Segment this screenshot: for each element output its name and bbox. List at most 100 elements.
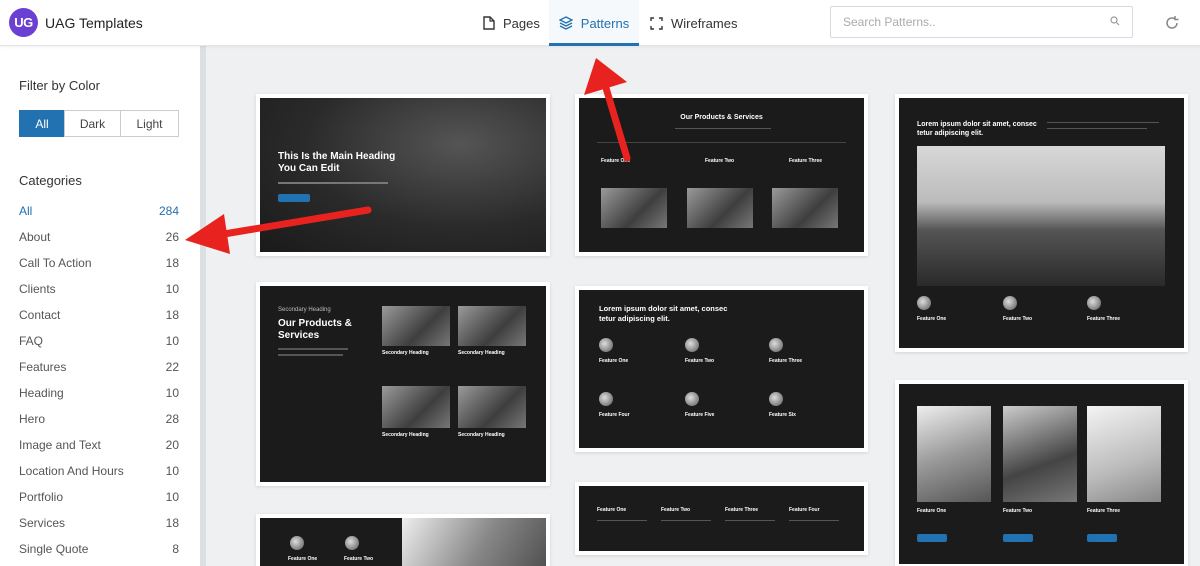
category-item[interactable]: Single Quote 8	[19, 542, 179, 566]
category-item[interactable]: Location And Hours 10	[19, 464, 179, 490]
thumbnail-image	[458, 306, 526, 346]
pattern-card-four-features[interactable]: Feature One Feature Two Feature Three Fe…	[575, 482, 868, 555]
thumbnail-button	[917, 534, 947, 542]
search-input[interactable]	[843, 15, 1083, 29]
category-item[interactable]: Contact 18	[19, 308, 179, 334]
category-item[interactable]: Image and Text 20	[19, 438, 179, 464]
layers-icon	[558, 16, 573, 30]
pattern-heading: Lorem ipsum dolor sit amet, consec tetur…	[599, 304, 728, 323]
text-line	[278, 348, 348, 350]
feature-icon	[1003, 296, 1017, 310]
feature-icon	[1087, 296, 1101, 310]
pattern-heading: Our Products & Services	[680, 114, 763, 121]
pattern-card-six-features[interactable]: Lorem ipsum dolor sit amet, consec tetur…	[575, 286, 868, 452]
thumbnail-image	[772, 188, 838, 228]
filter-title: Filter by Color	[19, 78, 100, 93]
feature-title: Feature Two	[344, 556, 374, 562]
text-line	[597, 520, 647, 521]
text-line	[1047, 122, 1159, 123]
feature-icon	[685, 392, 699, 406]
category-item[interactable]: About 26	[19, 230, 179, 256]
tab-pages[interactable]: Pages	[483, 0, 540, 46]
category-item[interactable]: All 284	[19, 204, 179, 230]
pattern-card-bottom[interactable]: Feature One Feature Two	[256, 514, 550, 566]
text-line	[661, 520, 711, 521]
item-heading: Secondary Heading	[382, 432, 429, 438]
feature-icon	[599, 392, 613, 406]
pattern-card-products[interactable]: Our Products & Services Feature One Feat…	[575, 94, 868, 256]
wireframe-icon	[650, 16, 663, 30]
feature-title: Feature One	[599, 358, 629, 364]
thumbnail-image	[917, 146, 1165, 286]
feature-icon	[685, 338, 699, 352]
page-icon	[483, 16, 495, 30]
feature-title: Feature One	[917, 508, 947, 514]
feature-title: Feature Three	[769, 358, 803, 364]
pattern-card-city[interactable]: Lorem ipsum dolor sit amet, consec tetur…	[895, 94, 1188, 352]
top-bar: UG UAG Templates Pages Patterns Wirefram…	[0, 0, 1200, 46]
category-item[interactable]: Call To Action 18	[19, 256, 179, 282]
feature-title: Feature One	[288, 556, 318, 562]
pattern-thumbnail: Lorem ipsum dolor sit amet, consec tetur…	[899, 98, 1184, 348]
thumbnail-image	[458, 386, 526, 428]
pattern-kicker: Secondary Heading	[278, 307, 331, 313]
thumbnail-image	[402, 518, 546, 566]
feature-title: Feature Three	[789, 158, 823, 164]
category-item[interactable]: Services 18	[19, 516, 179, 542]
color-filter-dark[interactable]: Dark	[64, 110, 121, 137]
feature-title: Feature One	[597, 507, 627, 513]
tab-patterns[interactable]: Patterns	[549, 0, 639, 46]
item-heading: Secondary Heading	[458, 432, 505, 438]
feature-icon	[345, 536, 359, 550]
color-filter-light[interactable]: Light	[120, 110, 179, 137]
thumbnail-image	[917, 406, 991, 502]
category-item[interactable]: Portfolio 10	[19, 490, 179, 516]
feature-icon	[599, 338, 613, 352]
feature-title: Feature Five	[685, 412, 715, 418]
pattern-grid: This Is the Main Heading You Can Edit Se…	[206, 46, 1200, 566]
search-icon[interactable]	[1110, 15, 1120, 29]
thumbnail-image	[687, 188, 753, 228]
tab-label: Wireframes	[671, 15, 738, 31]
pattern-card-hero[interactable]: This Is the Main Heading You Can Edit	[256, 94, 550, 256]
pattern-heading: Our Products & Services	[278, 318, 352, 341]
feature-title: Feature One	[601, 158, 631, 164]
pattern-thumbnail: Feature One Feature Two Feature Three	[899, 384, 1184, 564]
category-item[interactable]: Clients 10	[19, 282, 179, 308]
feature-title: Feature Two	[1003, 316, 1033, 322]
feature-title: Feature Six	[769, 412, 796, 418]
feature-title: Feature Four	[599, 412, 630, 418]
item-heading: Secondary Heading	[382, 350, 429, 356]
pattern-thumbnail: Feature One Feature Two	[260, 518, 546, 566]
pattern-thumbnail: Lorem ipsum dolor sit amet, consec tetur…	[579, 290, 864, 448]
feature-title: Feature Two	[661, 507, 691, 513]
refresh-icon[interactable]	[1162, 13, 1182, 33]
feature-title: Feature One	[917, 316, 947, 322]
feature-title: Feature Three	[725, 507, 759, 513]
thumbnail-image	[1087, 406, 1161, 502]
pattern-thumbnail: Our Products & Services Feature One Feat…	[579, 98, 864, 252]
pattern-heading: Lorem ipsum dolor sit amet, consec tetur…	[917, 121, 1037, 137]
text-line	[675, 128, 771, 129]
thumbnail-button	[1003, 534, 1033, 542]
categories-title: Categories	[19, 173, 82, 188]
pattern-thumbnail: Secondary Heading Our Products & Service…	[260, 286, 546, 482]
category-item[interactable]: Hero 28	[19, 412, 179, 438]
category-item[interactable]: Features 22	[19, 360, 179, 386]
color-filter-all[interactable]: All	[19, 110, 65, 137]
pattern-thumbnail: This Is the Main Heading You Can Edit	[260, 98, 546, 252]
thumbnail-image	[382, 306, 450, 346]
filter-sidebar: Filter by Color All Dark Light Categorie…	[0, 46, 206, 566]
feature-title: Feature Four	[789, 507, 820, 513]
feature-icon	[290, 536, 304, 550]
divider	[597, 142, 846, 143]
pattern-card-services[interactable]: Secondary Heading Our Products & Service…	[256, 282, 550, 486]
category-list: All 284 About 26 Call To Action 18 Clients 1…	[19, 204, 179, 566]
color-filter-group: All Dark Light	[19, 110, 179, 137]
category-item[interactable]: FAQ 10	[19, 334, 179, 360]
category-item[interactable]: Heading 10	[19, 386, 179, 412]
tab-wireframes[interactable]: Wireframes	[650, 0, 737, 46]
pattern-card-plants[interactable]: Feature One Feature Two Feature Three	[895, 380, 1188, 566]
feature-icon	[917, 296, 931, 310]
thumbnail-button	[1087, 534, 1117, 542]
